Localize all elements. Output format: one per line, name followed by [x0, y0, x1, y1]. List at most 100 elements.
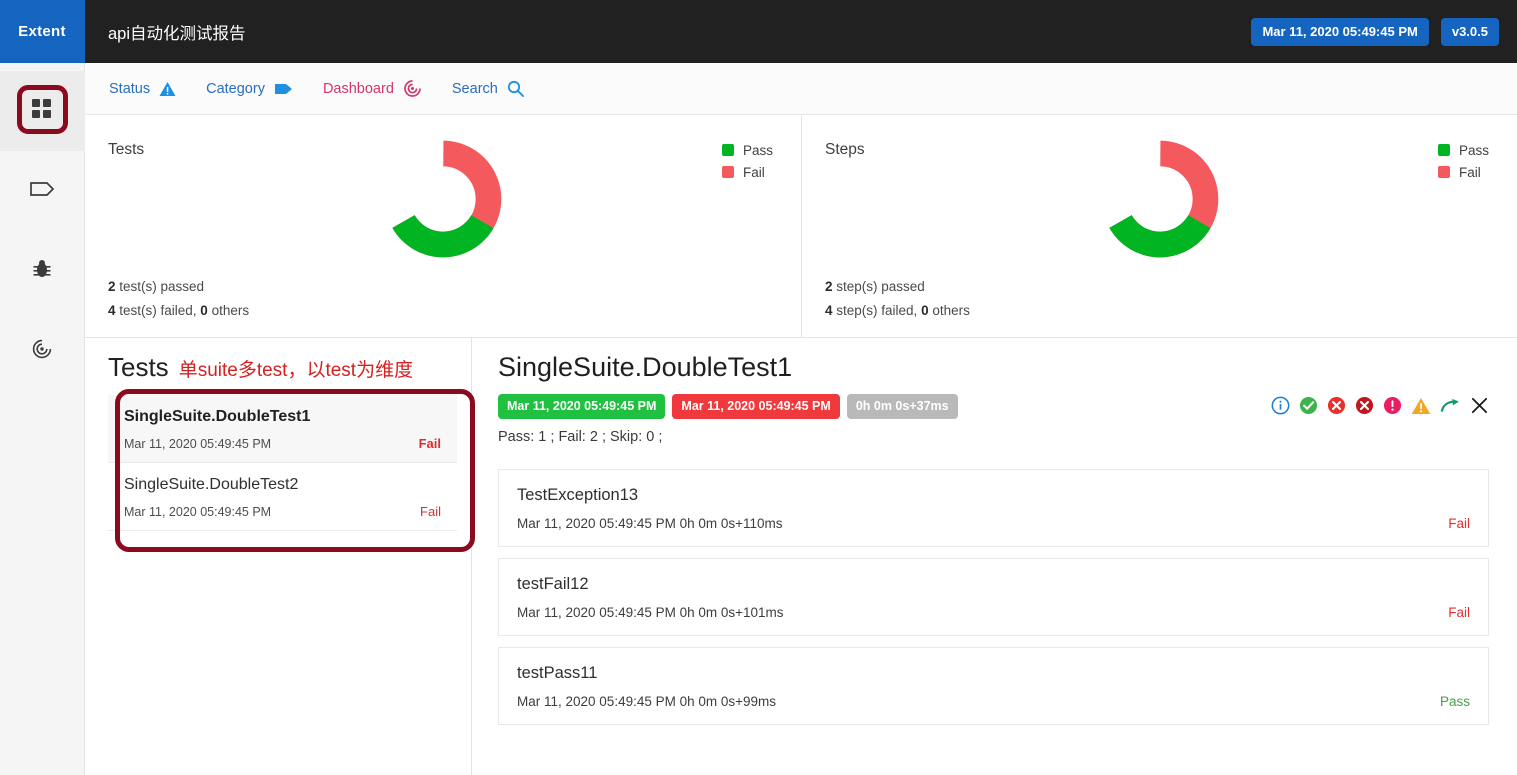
target-icon: [31, 338, 53, 365]
left-sidebar: Extent: [0, 0, 85, 775]
steps-chart-stats: 2 step(s) passed 4 step(s) failed, 0 oth…: [825, 275, 970, 323]
sidebar-item-list: [0, 63, 85, 391]
tab-status-label: Status: [109, 80, 151, 97]
tests-chart-legend: Pass Fail: [721, 139, 773, 183]
list-item[interactable]: SingleSuite.DoubleTest2 Mar 11, 2020 05:…: [108, 463, 457, 531]
tag-icon: [274, 81, 293, 97]
app-root: Extent api自动化测试报告 Mar 11, 2020 05:49:45 …: [0, 0, 1517, 775]
warning-triangle-icon[interactable]: [1411, 397, 1431, 415]
tests-list-pane: Tests 单suite多test，以test为维度 SingleSuite.D…: [85, 338, 475, 775]
tag-icon: [29, 179, 55, 204]
brand-label: Extent: [18, 23, 66, 40]
legend-swatch-pass: [1437, 144, 1450, 156]
test-item-name: SingleSuite.DoubleTest2: [124, 476, 299, 493]
exclamation-circle-icon[interactable]: [1383, 396, 1402, 415]
legend-label-fail: Fail: [1458, 164, 1481, 180]
test-item-date: Mar 11, 2020 05:49:45 PM: [124, 437, 272, 451]
detail-icon-toolbar: [1271, 396, 1489, 415]
step-meta-row: Mar 11, 2020 05:49:45 PM 0h 0m 0s+110ms …: [517, 516, 1470, 531]
check-circle-icon[interactable]: [1299, 396, 1318, 415]
steps-passed-count: 2: [825, 279, 833, 294]
step-meta: Mar 11, 2020 05:49:45 PM 0h 0m 0s+101ms: [517, 605, 784, 620]
steps-failed-line: 4 step(s) failed, 0 others: [825, 299, 970, 323]
grid-icon: [31, 98, 53, 125]
fatal-circle-icon[interactable]: [1355, 396, 1374, 415]
legend-swatch-pass: [721, 144, 734, 156]
legend-swatch-fail: [721, 166, 734, 178]
sidebar-item-dashboard-target[interactable]: [0, 311, 85, 391]
test-item-date: Mar 11, 2020 05:49:45 PM: [124, 505, 272, 519]
status-badge: Pass: [1439, 694, 1470, 709]
status-badge: Fail: [1448, 516, 1470, 531]
steps-passed-text: step(s) passed: [832, 279, 925, 294]
tests-list: SingleSuite.DoubleTest1 Mar 11, 2020 05:…: [108, 389, 475, 552]
list-item[interactable]: TestException13 Mar 11, 2020 05:49:45 PM…: [498, 469, 1489, 547]
duration-badge: 0h 0m 0s+37ms: [846, 394, 958, 419]
tab-dashboard[interactable]: Dashboard: [321, 75, 424, 102]
steps-failed-count: 4: [825, 303, 833, 318]
steps-others-text: others: [928, 303, 970, 318]
steps-chart-legend: Pass Fail: [1437, 139, 1489, 183]
version-badge[interactable]: v3.0.5: [1440, 17, 1499, 46]
sidebar-item-categories[interactable]: [0, 151, 85, 231]
legend-swatch-fail: [1437, 166, 1450, 178]
tests-failed-count: 4: [108, 303, 116, 318]
skip-arrow-icon[interactable]: [1440, 398, 1461, 414]
error-circle-icon[interactable]: [1327, 396, 1346, 415]
sidebar-item-exceptions[interactable]: [0, 231, 85, 311]
tests-chart-stats: 2 test(s) passed 4 test(s) failed, 0 oth…: [108, 275, 249, 323]
list-item[interactable]: testPass11 Mar 11, 2020 05:49:45 PM 0h 0…: [498, 647, 1489, 725]
tab-search[interactable]: Search: [450, 76, 526, 101]
close-icon[interactable]: [1470, 396, 1489, 415]
legend-item-fail: Fail: [1437, 161, 1489, 183]
tab-status[interactable]: Status: [107, 77, 178, 101]
tab-dashboard-label: Dashboard: [322, 80, 394, 97]
status-badge: Fail: [418, 436, 441, 451]
tests-pane-header: Tests 单suite多test，以test为维度: [108, 352, 457, 383]
list-item[interactable]: SingleSuite.DoubleTest1 Mar 11, 2020 05:…: [108, 395, 457, 463]
brand-logo[interactable]: Extent: [0, 0, 85, 63]
legend-item-fail: Fail: [721, 161, 773, 183]
report-timestamp-badge[interactable]: Mar 11, 2020 05:49:45 PM: [1251, 17, 1429, 46]
step-meta-row: Mar 11, 2020 05:49:45 PM 0h 0m 0s+99ms P…: [517, 694, 1470, 709]
list-item[interactable]: testFail12 Mar 11, 2020 05:49:45 PM 0h 0…: [498, 558, 1489, 636]
step-date: Mar 11, 2020 05:49:45 PM: [517, 605, 676, 620]
test-detail-pane: SingleSuite.DoubleTest1 Mar 11, 2020 05:…: [472, 338, 1517, 775]
step-name: TestException13: [517, 486, 639, 504]
test-item-name: SingleSuite.DoubleTest1: [124, 408, 311, 425]
test-item-meta: Mar 11, 2020 05:49:45 PM Fail: [124, 504, 441, 519]
tests-passed-count: 2: [108, 279, 116, 294]
step-date: Mar 11, 2020 05:49:45 PM: [517, 516, 676, 531]
tests-failed-text: test(s) failed,: [115, 303, 201, 318]
bug-icon: [32, 258, 52, 285]
steps-failed-text: step(s) failed,: [832, 303, 922, 318]
warning-triangle-icon: [159, 81, 176, 97]
sidebar-item-dashboard[interactable]: [0, 71, 85, 151]
start-time-badge: Mar 11, 2020 05:49:45 PM: [498, 394, 666, 419]
tab-category[interactable]: Category: [204, 77, 295, 101]
step-duration: 0h 0m 0s+101ms: [679, 605, 784, 620]
status-badge: Fail: [1448, 605, 1470, 620]
search-icon: [507, 80, 524, 97]
step-meta-row: Mar 11, 2020 05:49:45 PM 0h 0m 0s+101ms …: [517, 605, 1470, 620]
status-badge: Fail: [420, 504, 441, 519]
lower-row: Tests 单suite多test，以test为维度 SingleSuite.D…: [85, 338, 1517, 775]
tab-search-label: Search: [451, 80, 498, 97]
tests-passed-text: test(s) passed: [115, 279, 205, 294]
steps-others-count: 0: [921, 303, 929, 318]
detail-counts: Pass: 1 ; Fail: 2 ; Skip: 0 ;: [498, 429, 663, 445]
test-item-meta: Mar 11, 2020 05:49:45 PM Fail: [124, 436, 441, 451]
page-title: SingleSuite.DoubleTest1: [498, 352, 793, 382]
tests-chart-card: Tests Pass Fail 2 test(s) passed 4 test(…: [85, 115, 801, 337]
legend-item-pass: Pass: [721, 139, 773, 161]
main-area: api自动化测试报告 Mar 11, 2020 05:49:45 PM v3.0…: [85, 0, 1517, 775]
steps-passed-line: 2 step(s) passed: [825, 275, 970, 299]
step-duration: 0h 0m 0s+110ms: [679, 516, 783, 531]
tests-pane-heading: Tests: [108, 352, 169, 382]
info-icon[interactable]: [1271, 396, 1290, 415]
target-icon: [403, 79, 422, 98]
charts-row: Tests Pass Fail 2 test(s) passed 4 test(…: [85, 115, 1517, 338]
nav-tabs: Status Category Dashboard Search: [85, 63, 1517, 115]
step-meta: Mar 11, 2020 05:49:45 PM 0h 0m 0s+110ms: [517, 516, 783, 531]
tests-donut-chart: [383, 139, 503, 264]
